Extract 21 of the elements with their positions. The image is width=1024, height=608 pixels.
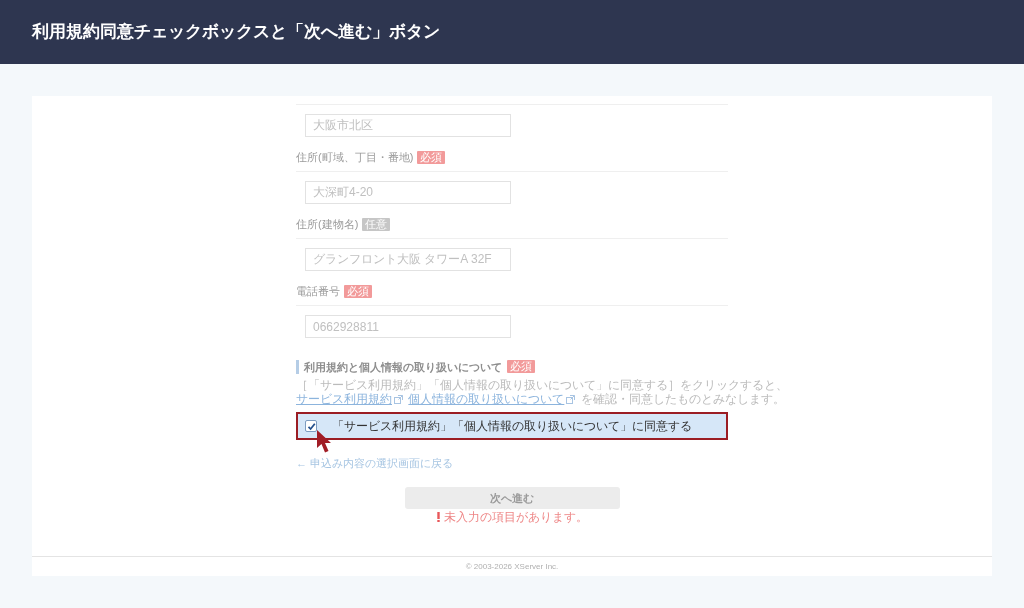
cursor-icon bbox=[316, 429, 333, 453]
policy-link[interactable]: サービス利用規約 bbox=[296, 392, 392, 406]
field-label: 住所(町域、丁目・番地) bbox=[296, 151, 414, 164]
back-link[interactable]: ← 申込み内容の選択画面に戻る bbox=[296, 457, 454, 470]
text-field[interactable]: 0662928811 bbox=[305, 315, 511, 338]
required-tag: 必須 bbox=[344, 285, 372, 298]
error-message: 未入力の項目があります。 bbox=[443, 510, 588, 524]
external-link-icon bbox=[394, 395, 403, 404]
copyright-text: © 2003-2026 XServer Inc. bbox=[465, 561, 559, 572]
agreement-option[interactable]: 「サービス利用規約」「個人情報の取り扱いについて」に同意する bbox=[296, 412, 728, 440]
section-heading: 利用規約と個人情報の取り扱いについて bbox=[296, 359, 502, 374]
page-title: 利用規約同意チェックボックスと「次へ進む」ボタン bbox=[32, 21, 440, 43]
field-label: 住所(建物名) bbox=[296, 218, 359, 231]
checkbox[interactable] bbox=[305, 420, 317, 432]
text-field[interactable]: 大阪市北区 bbox=[305, 114, 511, 137]
required-tag: 必須 bbox=[417, 151, 446, 164]
policy-link[interactable]: 個人情報の取り扱いについて bbox=[408, 392, 565, 406]
exclamation-icon bbox=[436, 512, 440, 522]
required-tag: 必須 bbox=[507, 360, 535, 373]
field-label: 電話番号 bbox=[296, 285, 340, 298]
external-link-icon bbox=[566, 395, 576, 404]
